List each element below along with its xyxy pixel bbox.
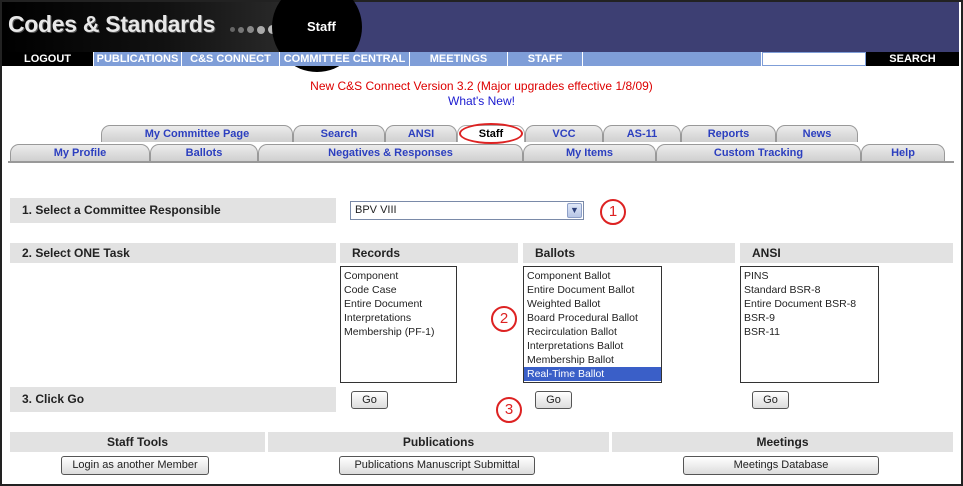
- tab-divider: [8, 161, 954, 163]
- tab-ansi[interactable]: ANSI: [385, 125, 457, 142]
- publications-header: Publications: [268, 432, 609, 452]
- list-item[interactable]: Interpretations: [344, 311, 453, 325]
- ballots-listbox[interactable]: Component Ballot Entire Document Ballot …: [523, 266, 662, 383]
- tab-help[interactable]: Help: [861, 144, 945, 161]
- tab-vcc[interactable]: VCC: [525, 125, 603, 142]
- search-input[interactable]: [762, 52, 866, 66]
- tab-ballots[interactable]: Ballots: [150, 144, 258, 161]
- committee-select-value: BPV VIII: [355, 204, 397, 216]
- top-navbar: LOGOUT PUBLICATIONS C&S CONNECT COMMITTE…: [2, 52, 959, 66]
- staff-tab-highlight-oval: [459, 123, 523, 144]
- chevron-down-icon[interactable]: ▼: [567, 203, 582, 218]
- list-item[interactable]: Entire Document BSR-8: [744, 297, 875, 311]
- list-item[interactable]: Entire Document Ballot: [527, 283, 658, 297]
- section-title: Staff: [307, 19, 336, 34]
- ansi-header: ANSI: [740, 243, 953, 263]
- list-item[interactable]: PINS: [744, 269, 875, 283]
- list-item[interactable]: Entire Document: [344, 297, 453, 311]
- list-item[interactable]: BSR-9: [744, 311, 875, 325]
- nav-publications[interactable]: PUBLICATIONS: [94, 52, 182, 66]
- ansi-listbox[interactable]: PINS Standard BSR-8 Entire Document BSR-…: [740, 266, 879, 383]
- step2-label: 2. Select ONE Task: [10, 243, 336, 263]
- version-announcement: New C&S Connect Version 3.2 (Major upgra…: [310, 79, 653, 93]
- staff-tools-header: Staff Tools: [10, 432, 265, 452]
- list-item[interactable]: Membership (PF-1): [344, 325, 453, 339]
- list-item[interactable]: Component: [344, 269, 453, 283]
- decorative-dots: [230, 25, 277, 34]
- tab-custom-tracking[interactable]: Custom Tracking: [656, 144, 861, 161]
- callout-1: 1: [600, 199, 626, 225]
- app-title: Codes & Standards: [8, 11, 216, 37]
- login-as-member-button[interactable]: Login as another Member: [61, 456, 209, 475]
- list-item-selected[interactable]: Real-Time Ballot: [524, 367, 661, 381]
- nav-staff[interactable]: STAFF: [508, 52, 583, 66]
- whats-new-link[interactable]: What's New!: [0, 94, 963, 108]
- records-header: Records: [340, 243, 518, 263]
- callout-2: 2: [491, 306, 517, 332]
- ballots-go-button[interactable]: Go: [535, 391, 572, 409]
- list-item[interactable]: Component Ballot: [527, 269, 658, 283]
- list-item[interactable]: Standard BSR-8: [744, 283, 875, 297]
- tab-search[interactable]: Search: [293, 125, 385, 142]
- ballots-header: Ballots: [523, 243, 735, 263]
- nav-logout[interactable]: LOGOUT: [2, 52, 94, 66]
- records-go-button[interactable]: Go: [351, 391, 388, 409]
- header-banner: Codes & Standards Staff: [2, 0, 959, 72]
- manuscript-submittal-button[interactable]: Publications Manuscript Submittal: [339, 456, 535, 475]
- meetings-header: Meetings: [612, 432, 953, 452]
- nav-cs-connect[interactable]: C&S CONNECT: [182, 52, 280, 66]
- list-item[interactable]: Membership Ballot: [527, 353, 658, 367]
- tab-negatives-responses[interactable]: Negatives & Responses: [258, 144, 523, 161]
- step3-label: 3. Click Go: [10, 387, 336, 412]
- callout-3: 3: [496, 397, 522, 423]
- list-item[interactable]: Weighted Ballot: [527, 297, 658, 311]
- list-item[interactable]: Board Procedural Ballot: [527, 311, 658, 325]
- records-listbox[interactable]: Component Code Case Entire Document Inte…: [340, 266, 457, 383]
- search-button[interactable]: SEARCH: [866, 52, 959, 66]
- step1-label: 1. Select a Committee Responsible: [10, 198, 336, 223]
- meetings-database-button[interactable]: Meetings Database: [683, 456, 879, 475]
- list-item[interactable]: Recirculation Ballot: [527, 325, 658, 339]
- list-item[interactable]: BSR-11: [744, 325, 875, 339]
- list-item[interactable]: Interpretations Ballot: [527, 339, 658, 353]
- ansi-go-button[interactable]: Go: [752, 391, 789, 409]
- tab-my-committee-page[interactable]: My Committee Page: [101, 125, 293, 142]
- list-item[interactable]: Code Case: [344, 283, 453, 297]
- tab-reports[interactable]: Reports: [681, 125, 776, 142]
- nav-spacer: [583, 52, 762, 66]
- tab-my-profile[interactable]: My Profile: [10, 144, 150, 161]
- nav-meetings[interactable]: MEETINGS: [410, 52, 508, 66]
- committee-select[interactable]: BPV VIII ▼: [350, 201, 584, 220]
- tab-as-11[interactable]: AS-11: [603, 125, 681, 142]
- logo: Codes & Standards: [2, 2, 294, 52]
- tab-my-items[interactable]: My Items: [523, 144, 656, 161]
- nav-committee-central[interactable]: COMMITTEE CENTRAL: [280, 52, 410, 66]
- tab-news[interactable]: News: [776, 125, 858, 142]
